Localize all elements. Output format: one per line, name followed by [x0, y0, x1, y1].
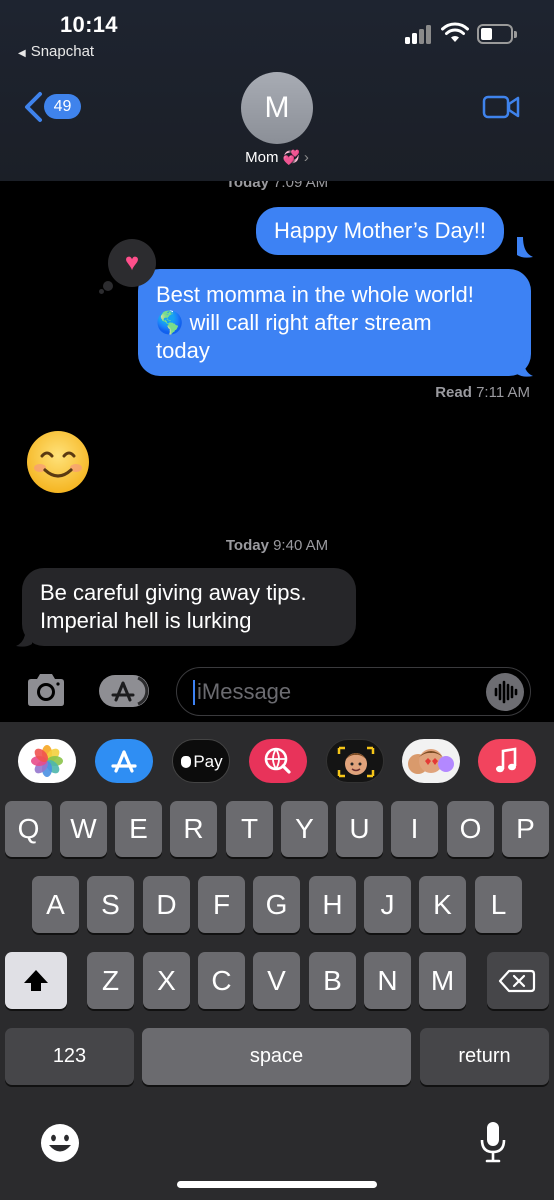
key-s[interactable]: S: [87, 876, 134, 933]
audio-message-icon[interactable]: [486, 673, 524, 711]
apple-pay-icon[interactable]: Pay: [172, 739, 230, 783]
cellular-signal-icon: [405, 24, 433, 44]
bubble-tail: [517, 356, 533, 377]
text-caret: [193, 680, 195, 705]
battery-icon: [477, 24, 517, 44]
key-b[interactable]: B: [309, 952, 356, 1009]
back-app-label: Snapchat: [30, 43, 95, 60]
bubble-tail: [517, 237, 533, 258]
contact-name-row[interactable]: Mom 💞 ›: [0, 149, 554, 166]
heart-icon: ♥: [124, 249, 140, 276]
key-n[interactable]: N: [364, 952, 411, 1009]
memoji-icon[interactable]: [326, 739, 384, 783]
memoji-stickers-icon[interactable]: [402, 739, 460, 783]
delete-key[interactable]: [487, 952, 549, 1009]
contact-name: Mom: [245, 149, 279, 166]
app-store-drawer-icon[interactable]: [98, 674, 150, 708]
read-time: 7:11 AM: [476, 384, 530, 401]
message-text: Happy Mother’s Day!!: [274, 218, 486, 243]
back-chevron-icon[interactable]: [22, 91, 44, 123]
key-v[interactable]: V: [253, 952, 300, 1009]
backspace-icon: [498, 969, 536, 993]
message-line: 🌎 will call right after stream: [156, 310, 432, 335]
read-receipt: Read 7:11 AM: [435, 384, 530, 401]
input-placeholder: iMessage: [197, 679, 292, 704]
web-search-icon[interactable]: [249, 739, 307, 783]
back-triangle-icon: ◀: [18, 48, 26, 59]
chat-header: 10:14 ◀ Snapchat 49 M Mom 💞 ›: [0, 0, 554, 181]
key-u[interactable]: U: [336, 801, 383, 857]
video-call-icon[interactable]: [482, 94, 520, 120]
back-to-app-link[interactable]: ◀ Snapchat: [18, 43, 94, 60]
key-l[interactable]: L: [475, 876, 522, 933]
key-r[interactable]: R: [170, 801, 217, 857]
app-store-icon[interactable]: [95, 739, 153, 783]
timestamp-divider: Today 9:40 AM: [0, 537, 554, 554]
shift-key[interactable]: [5, 952, 67, 1009]
message-line: Be careful giving away tips.: [40, 580, 307, 605]
key-h[interactable]: H: [309, 876, 356, 933]
globe-emoji: 🌎: [156, 310, 184, 335]
key-g[interactable]: G: [253, 876, 300, 933]
camera-icon[interactable]: [24, 672, 68, 708]
key-a[interactable]: A: [32, 876, 79, 933]
contact-emoji: 💞: [282, 149, 300, 165]
timestamp-day: Today: [225, 537, 269, 554]
apple-logo-icon: [181, 756, 192, 768]
contact-avatar[interactable]: M: [241, 72, 313, 144]
unread-count-badge[interactable]: 49: [44, 94, 81, 119]
message-line: today: [156, 338, 210, 363]
music-app-icon[interactable]: [478, 739, 536, 783]
key-o[interactable]: O: [447, 801, 494, 857]
key-d[interactable]: D: [143, 876, 190, 933]
key-z[interactable]: Z: [87, 952, 134, 1009]
emoji-keyboard-icon[interactable]: [39, 1122, 81, 1164]
shift-arrow-icon: [24, 970, 48, 991]
key-e[interactable]: E: [115, 801, 162, 857]
key-j[interactable]: J: [364, 876, 411, 933]
apple-pay-label: Pay: [193, 752, 223, 771]
bubble-tail: [16, 626, 32, 647]
received-message-bubble[interactable]: Be careful giving away tips. Imperial he…: [22, 568, 356, 646]
return-key[interactable]: return: [420, 1028, 549, 1085]
photos-app-icon[interactable]: [18, 739, 76, 783]
key-w[interactable]: W: [60, 801, 107, 857]
key-y[interactable]: Y: [281, 801, 328, 857]
key-q[interactable]: Q: [5, 801, 52, 857]
key-x[interactable]: X: [143, 952, 190, 1009]
message-line: Imperial hell is lurking: [40, 608, 252, 633]
home-indicator[interactable]: [177, 1181, 377, 1188]
heart-tapback[interactable]: ♥: [108, 239, 156, 287]
message-line: Best momma in the whole world!: [156, 282, 474, 307]
dictation-microphone-icon[interactable]: [478, 1120, 508, 1164]
key-i[interactable]: I: [391, 801, 438, 857]
imessage-input[interactable]: iMessage: [176, 667, 531, 716]
read-label: Read: [435, 384, 472, 401]
key-m[interactable]: M: [419, 952, 466, 1009]
sent-message-bubble[interactable]: Best momma in the whole world! 🌎 will ca…: [138, 269, 531, 376]
wifi-icon: [441, 22, 469, 42]
smiling-face-icon[interactable]: [26, 430, 90, 494]
key-c[interactable]: C: [198, 952, 245, 1009]
space-key[interactable]: space: [142, 1028, 411, 1085]
timestamp-time: 9:40 AM: [273, 537, 329, 554]
contact-chevron-icon: ›: [303, 149, 309, 166]
key-f[interactable]: F: [198, 876, 245, 933]
status-time: 10:14: [60, 12, 118, 37]
numbers-key[interactable]: 123: [5, 1028, 134, 1085]
key-t[interactable]: T: [226, 801, 273, 857]
sent-message-bubble[interactable]: Happy Mother’s Day!!: [256, 207, 504, 255]
key-p[interactable]: P: [502, 801, 549, 857]
key-k[interactable]: K: [419, 876, 466, 933]
